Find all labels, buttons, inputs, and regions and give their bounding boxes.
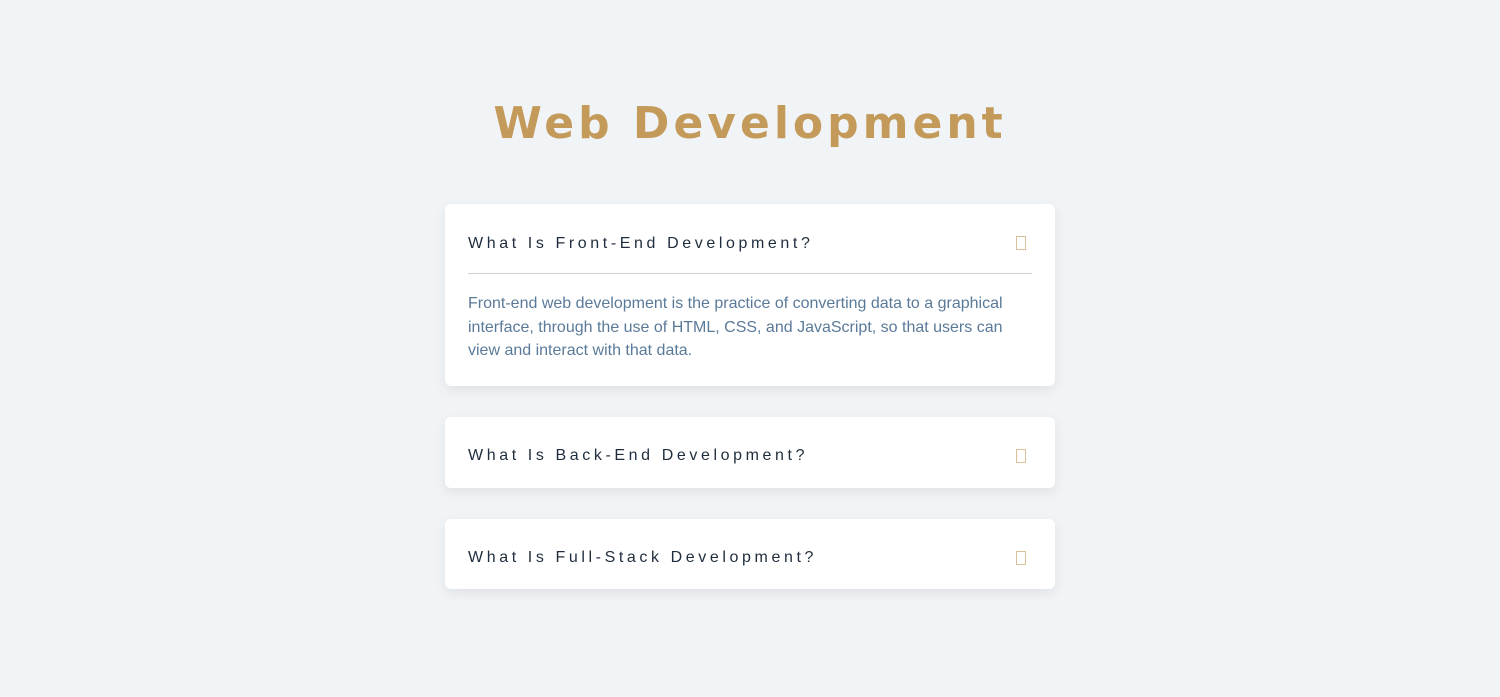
divider [468, 273, 1032, 274]
toggle-icon[interactable] [1016, 236, 1026, 250]
faq-item-back-end[interactable]: What Is Back-End Development? [445, 417, 1055, 488]
faq-answer-front-end: Front-end web development is the practic… [468, 295, 1003, 359]
faq-item-front-end[interactable]: What Is Front-End Development? Front-end… [445, 204, 1055, 386]
faq-question-back-end[interactable]: What Is Back-End Development? [468, 446, 808, 466]
faq-question-full-stack[interactable]: What Is Full-Stack Development? [468, 548, 817, 568]
page-title: Web Development [493, 98, 1007, 149]
faq-item-full-stack[interactable]: What Is Full-Stack Development? [445, 519, 1055, 589]
toggle-icon[interactable] [1016, 551, 1026, 565]
faq-question-front-end[interactable]: What Is Front-End Development? [468, 234, 813, 254]
toggle-icon[interactable] [1016, 449, 1026, 463]
